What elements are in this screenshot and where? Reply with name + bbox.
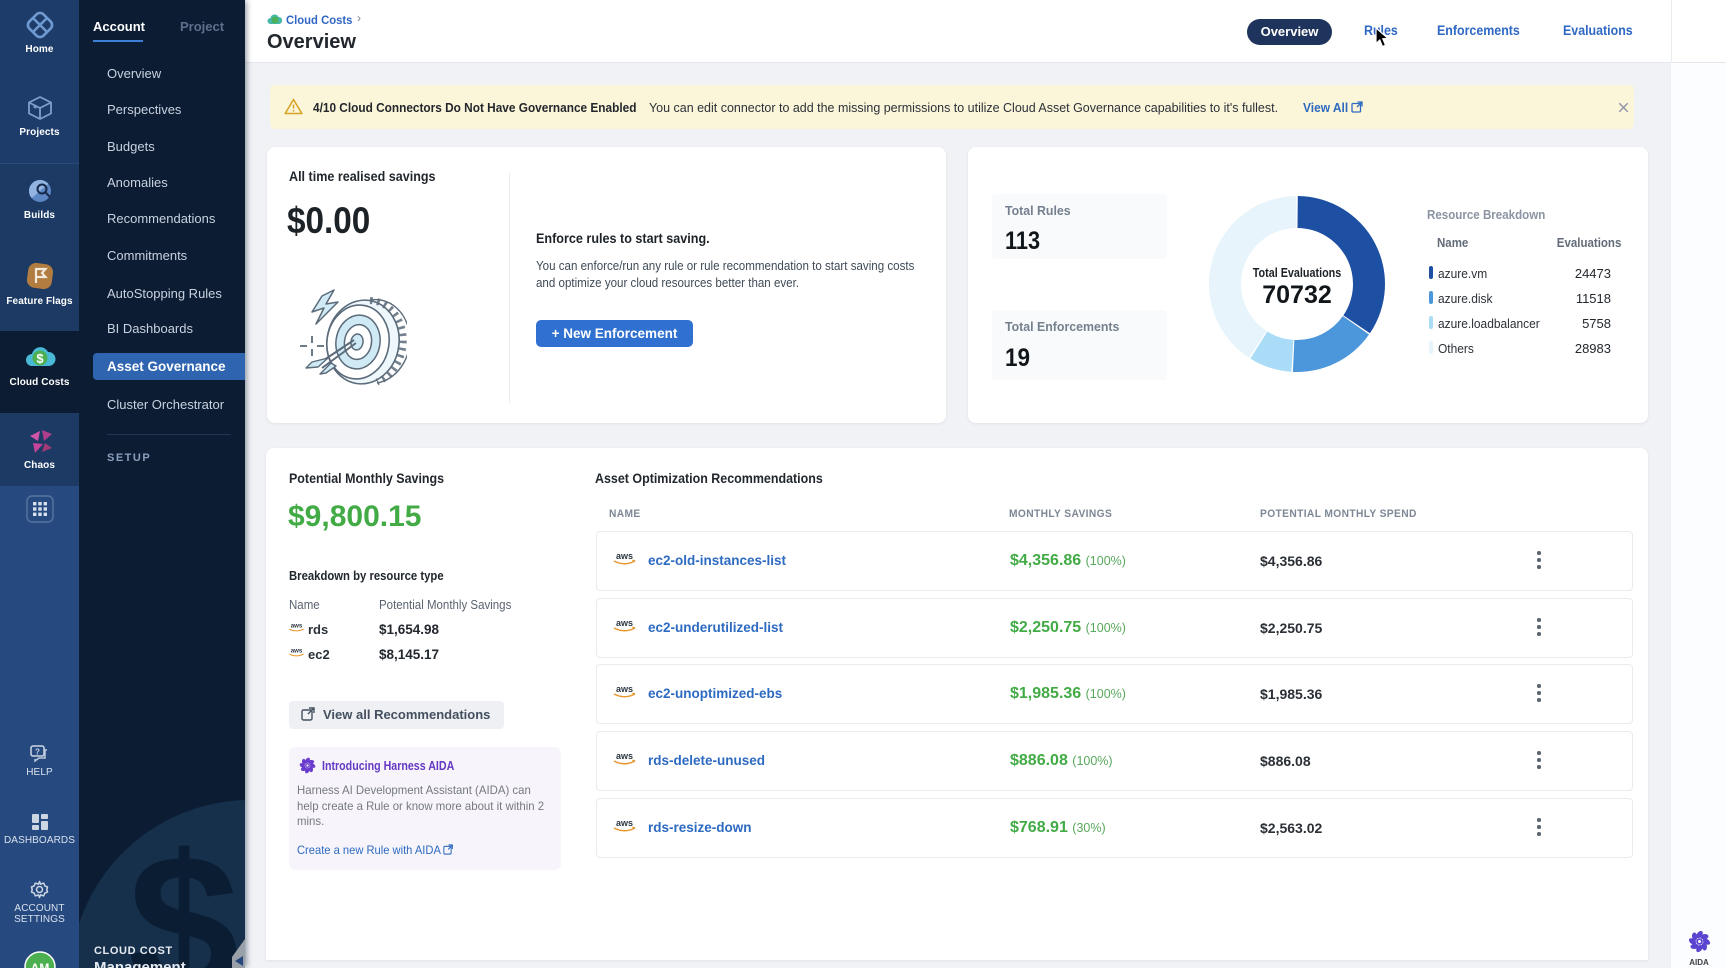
svg-text:?: ? — [35, 748, 40, 757]
svg-text:aws: aws — [616, 818, 633, 828]
svg-text:aws: aws — [616, 684, 633, 694]
svg-text:aws: aws — [616, 618, 633, 628]
svg-text:$: $ — [36, 351, 44, 366]
svg-text:aws: aws — [616, 551, 633, 561]
svg-text:aws: aws — [291, 623, 303, 630]
svg-text:aws: aws — [291, 648, 303, 655]
svg-text:AM: AM — [30, 961, 49, 968]
svg-text:aws: aws — [616, 751, 633, 761]
